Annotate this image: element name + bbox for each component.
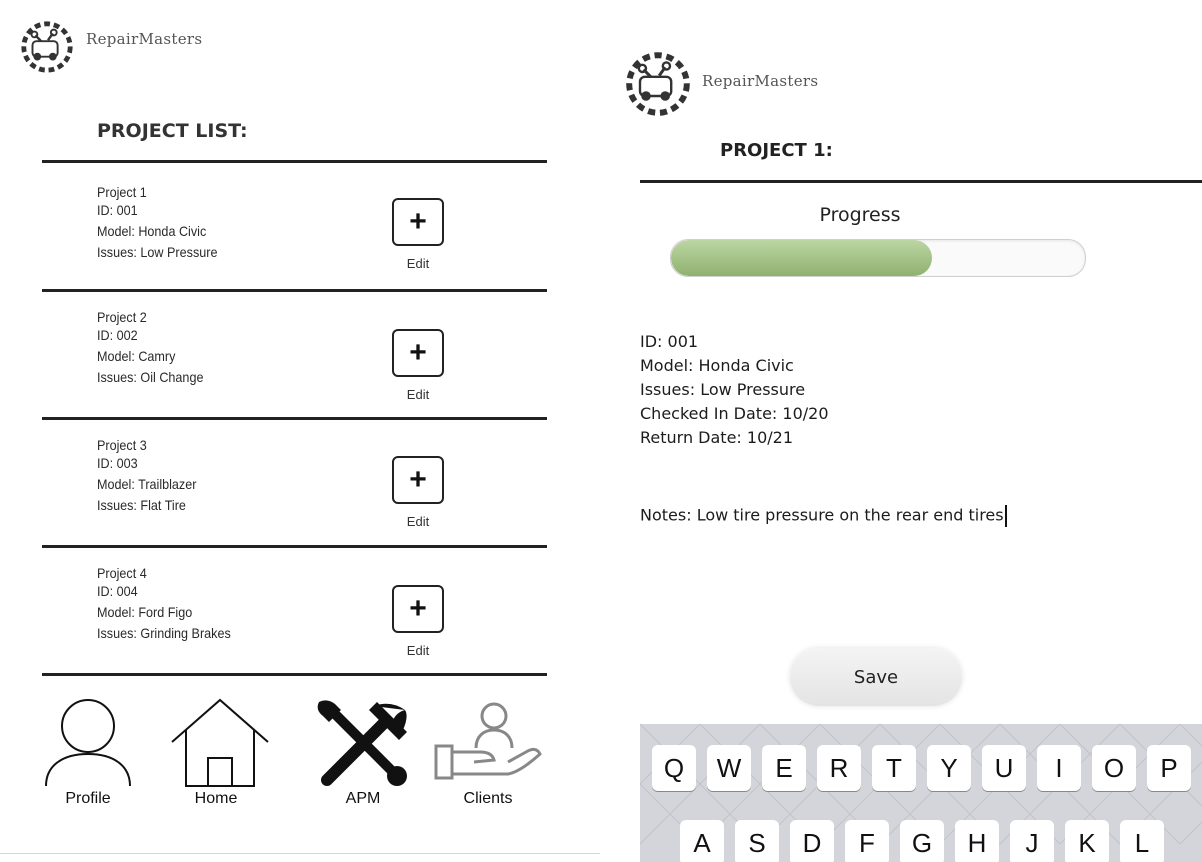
key-e[interactable]: E [762,745,806,791]
hand-person-icon [434,702,542,780]
divider [42,160,547,163]
key-k[interactable]: K [1065,820,1109,862]
key-d[interactable]: D [790,820,834,862]
on-screen-keyboard: Q W E R T Y U I O P A S D F G H J K L [640,724,1202,862]
project-card: Project 4 ID: 004 Model: Ford Figo Issue… [97,562,557,658]
save-button[interactable]: Save [790,648,962,706]
notes-field[interactable]: Notes: Low tire pressure on the rear end… [640,505,1007,527]
key-i[interactable]: I [1037,745,1081,791]
divider [42,673,547,676]
project-list-screen: RepairMasters PROJECT LIST: Project 1 ID… [0,0,600,862]
project-model: Model: Camry [97,348,176,364]
person-icon [45,699,131,787]
notes-text: Notes: Low tire pressure on the rear end… [640,505,1004,525]
edit-control: + Edit [390,198,446,275]
key-f[interactable]: F [845,820,889,862]
divider [42,417,547,420]
project-model: Model: Trailblazer [97,476,197,492]
project-id: ID: 002 [97,327,138,343]
edit-control: + Edit [390,456,446,533]
key-j[interactable]: J [1010,820,1054,862]
edit-label: Edit [406,514,430,529]
progress-label: Progress [819,204,901,226]
nav-item-clients[interactable]: Clients [432,696,544,808]
project-model: Model: Honda Civic [97,223,207,239]
edit-plus-button[interactable]: + [392,329,444,377]
key-r[interactable]: R [817,745,861,791]
divider [640,180,1202,183]
key-w[interactable]: W [707,745,751,791]
divider [42,289,547,292]
edit-control: + Edit [390,585,446,662]
key-t[interactable]: T [872,745,916,791]
divider [0,853,600,854]
bottom-nav: Profile Home APM Clients [0,690,600,830]
project-issues: Issues: Grinding Brakes [97,625,231,641]
edit-plus-button[interactable]: + [392,585,444,633]
nav-label: Home [194,790,238,807]
project-card: Project 1 ID: 001 Model: Honda Civic Iss… [97,181,557,271]
key-o[interactable]: O [1092,745,1136,791]
key-q[interactable]: Q [652,745,696,791]
page-title: PROJECT 1: [720,140,833,161]
brand-name: RepairMasters [86,30,203,48]
edit-plus-button[interactable]: + [392,456,444,504]
key-p[interactable]: P [1147,745,1191,791]
project-issues: Issues: Flat Tire [97,497,186,513]
project-id: ID: 001 [97,202,138,218]
brand-logo: RepairMasters [18,18,202,76]
nav-item-home[interactable]: Home [168,696,272,808]
detail-checked-in-date: Checked In Date: 10/20 [640,404,829,423]
gear-car-logo-icon [21,21,73,73]
detail-id: ID: 001 [640,332,699,351]
key-s[interactable]: S [735,820,779,862]
detail-issues: Issues: Low Pressure [640,380,806,399]
brand-name: RepairMasters [702,72,819,90]
edit-label: Edit [406,387,430,402]
gear-car-logo-icon [626,52,690,116]
progress-fill [671,240,932,276]
project-issues: Issues: Oil Change [97,369,204,385]
key-y[interactable]: Y [927,745,971,791]
key-g[interactable]: G [900,820,944,862]
nav-label: Profile [65,790,111,807]
key-h[interactable]: H [955,820,999,862]
project-id: ID: 003 [97,455,138,471]
edit-control: + Edit [390,329,446,406]
key-u[interactable]: U [982,745,1026,791]
project-model: Model: Ford Figo [97,604,193,620]
edit-plus-button[interactable]: + [392,198,444,246]
key-a[interactable]: A [680,820,724,862]
project-card: Project 3 ID: 003 Model: Trailblazer Iss… [97,434,557,529]
nav-item-apm[interactable]: APM [313,696,413,808]
project-detail-screen: RepairMasters PROJECT 1: Progress ID: 00… [610,0,1202,862]
project-details: ID: 001 Model: Honda Civic Issues: Low P… [640,330,829,450]
tools-icon [317,700,407,786]
page-title: PROJECT LIST: [97,120,248,142]
nav-label: Clients [463,790,513,807]
detail-model: Model: Honda Civic [640,356,794,375]
project-id: ID: 004 [97,583,138,599]
edit-label: Edit [406,256,430,271]
progress-bar [670,239,1086,277]
text-cursor [1004,505,1007,527]
brand-logo: RepairMasters [622,48,818,120]
nav-item-profile[interactable]: Profile [38,696,138,808]
house-icon [171,698,269,787]
project-issues: Issues: Low Pressure [97,244,218,260]
key-l[interactable]: L [1120,820,1164,862]
project-card: Project 2 ID: 002 Model: Camry Issues: O… [97,306,557,402]
divider [42,545,547,548]
edit-label: Edit [406,643,430,658]
detail-return-date: Return Date: 10/21 [640,428,794,447]
nav-label: APM [345,790,381,807]
